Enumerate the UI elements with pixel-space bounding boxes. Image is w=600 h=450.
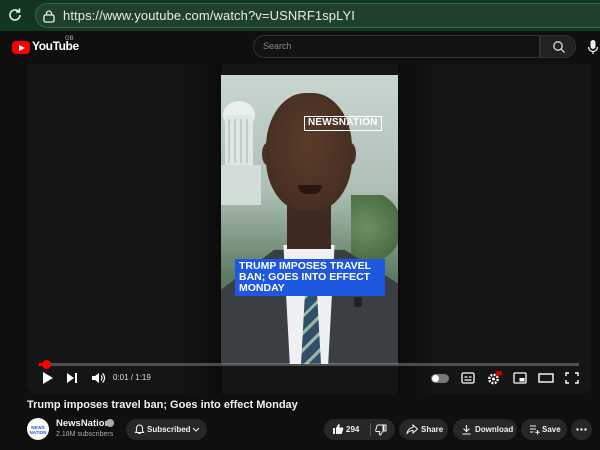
time-total: 1:19 [135, 373, 151, 382]
verified-icon [106, 419, 114, 427]
lapel-mic [354, 297, 362, 307]
search-placeholder: Search [263, 41, 292, 51]
like-dislike-group: 294 [324, 419, 395, 440]
save-label: Save [542, 425, 561, 434]
search-icon [553, 41, 565, 53]
subscriber-count: 2.18M subscribers [56, 431, 114, 438]
play-icon[interactable] [39, 369, 55, 387]
search-input[interactable]: Search [253, 35, 540, 58]
download-label: Download [475, 425, 514, 434]
like-count[interactable]: 294 [346, 425, 359, 434]
reload-icon[interactable] [6, 6, 24, 24]
miniplayer-icon[interactable] [513, 369, 527, 387]
youtube-logo-icon[interactable] [12, 41, 30, 54]
download-icon [462, 425, 471, 435]
bell-icon [134, 424, 145, 435]
region-code: GB [65, 36, 74, 42]
theater-icon[interactable] [538, 369, 554, 387]
download-button[interactable]: Download [453, 419, 517, 440]
chevron-down-icon [192, 427, 200, 432]
mic-icon[interactable] [586, 39, 600, 55]
video-frame[interactable]: NEWSNATION TRUMP IMPOSES TRAVEL BAN; GOE… [221, 75, 398, 364]
url-text[interactable]: https://www.youtube.com/watch?v=USNRF1sp… [63, 8, 355, 23]
thumbs-down-icon[interactable] [375, 424, 387, 436]
video-caption: TRUMP IMPOSES TRAVEL BAN; GOES INTO EFFE… [235, 259, 385, 296]
subscribed-label: Subscribed [147, 425, 191, 434]
newsnation-overlay-logo: NEWSNATION [304, 116, 382, 131]
captions-icon[interactable] [461, 369, 475, 387]
capitol-building [221, 101, 261, 205]
channel-name[interactable]: NewsNation [56, 418, 110, 429]
video-title: Trump imposes travel ban; Goes into effe… [27, 399, 298, 411]
address-bar[interactable]: https://www.youtube.com/watch?v=USNRF1sp… [35, 3, 600, 28]
time-current: 0:01 [113, 373, 129, 382]
share-button[interactable]: Share [399, 419, 448, 440]
more-icon [576, 428, 587, 431]
pillarbox-right [398, 64, 442, 394]
pillarbox-left [178, 64, 222, 394]
channel-avatar[interactable]: NEWS NATION [27, 418, 49, 440]
progress-scrubber[interactable] [41, 360, 51, 369]
next-icon[interactable] [65, 369, 79, 387]
thumbs-up-icon[interactable] [332, 423, 344, 435]
youtube-header: YouTube GB Search [0, 31, 600, 64]
save-button[interactable]: Save [521, 419, 567, 440]
share-icon [406, 424, 418, 435]
browser-toolbar: https://www.youtube.com/watch?v=USNRF1sp… [0, 0, 600, 31]
search-button[interactable] [540, 35, 576, 58]
save-icon [530, 425, 540, 435]
fullscreen-icon[interactable] [565, 369, 579, 387]
video-player[interactable]: NEWSNATION TRUMP IMPOSES TRAVEL BAN; GOE… [27, 64, 591, 394]
like-divider [370, 423, 371, 436]
progress-bar[interactable] [39, 360, 579, 369]
subscribed-button[interactable]: Subscribed [126, 419, 207, 440]
settings-icon[interactable] [486, 369, 502, 387]
more-actions-button[interactable] [571, 419, 592, 440]
volume-icon[interactable] [90, 369, 106, 387]
share-label: Share [421, 425, 444, 434]
autoplay-toggle[interactable] [431, 374, 449, 383]
lock-icon[interactable] [42, 9, 56, 23]
avatar-text: NEWS NATION [29, 425, 47, 435]
time-display: 0:01 / 1:19 [113, 373, 151, 382]
